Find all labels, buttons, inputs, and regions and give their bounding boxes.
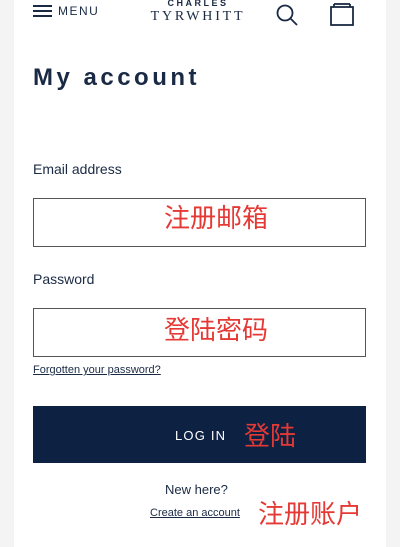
menu-icon xyxy=(33,4,52,18)
create-account-link[interactable]: Create an account xyxy=(150,507,240,519)
login-button[interactable]: LOG IN xyxy=(33,406,366,463)
page-title: My account xyxy=(33,64,201,91)
menu-button[interactable]: MENU xyxy=(33,4,99,18)
email-label: Email address xyxy=(33,161,122,177)
brand-top-text: CHARLES xyxy=(167,0,229,8)
forgot-password-link[interactable]: Forgotten your password? xyxy=(33,364,161,376)
site-header: MENU CHARLES TYRWHITT xyxy=(14,0,386,34)
menu-label: MENU xyxy=(58,4,100,18)
password-annotation: 登陆密码 xyxy=(164,316,269,346)
create-account-annotation: 注册账户 xyxy=(258,500,363,530)
email-annotation: 注册邮箱 xyxy=(164,204,269,234)
search-icon[interactable] xyxy=(275,3,299,27)
login-annotation: 登陆 xyxy=(244,422,297,452)
shopping-bag-icon[interactable] xyxy=(329,2,355,26)
account-page: MENU CHARLES TYRWHITT My account Email a… xyxy=(14,0,386,547)
password-label: Password xyxy=(33,271,95,287)
brand-bottom-text: TYRWHITT xyxy=(150,9,246,24)
new-here-text: New here? xyxy=(165,482,228,497)
brand-logo[interactable]: CHARLES TYRWHITT xyxy=(144,0,252,24)
login-button-label: LOG IN xyxy=(175,428,227,443)
